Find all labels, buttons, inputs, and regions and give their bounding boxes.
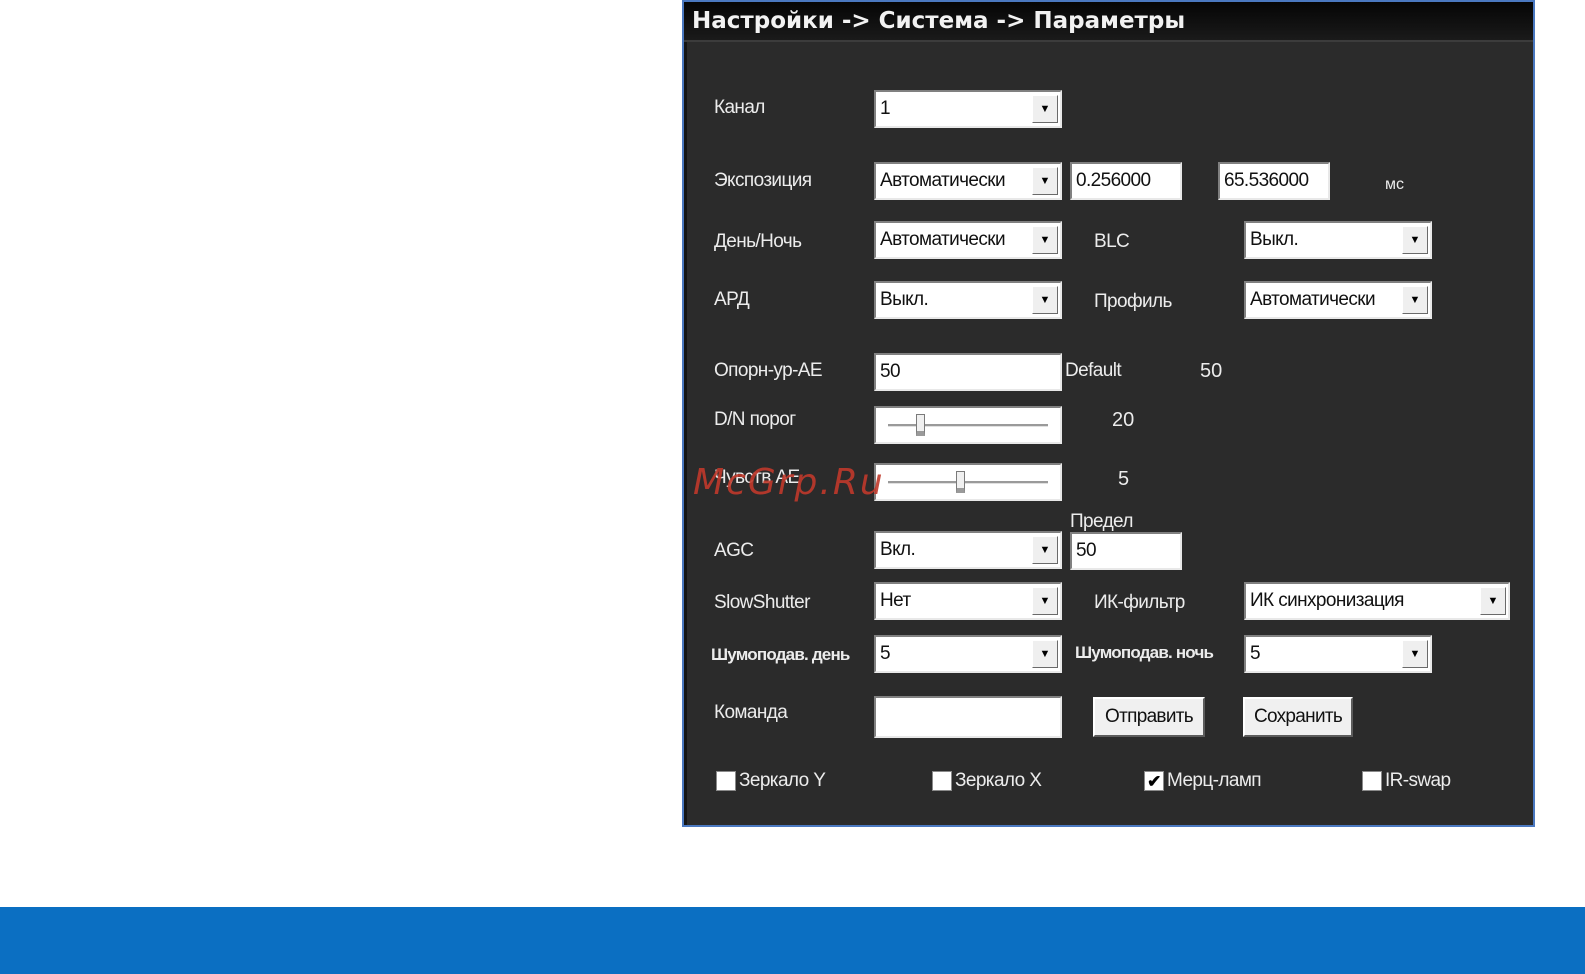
mirror-x-checkbox[interactable]: Зеркало X <box>932 770 1042 792</box>
ir-filter-label: ИК-фильтр <box>1094 592 1185 613</box>
agc-label: AGC <box>714 540 754 561</box>
chevron-down-icon[interactable]: ▼ <box>1032 95 1058 123</box>
ae-ref-value: 50 <box>880 361 901 382</box>
command-label: Команда <box>714 702 788 723</box>
chevron-down-icon[interactable]: ▼ <box>1032 640 1058 668</box>
checkbox-box[interactable] <box>1362 771 1382 791</box>
blc-select[interactable]: Выкл. ▼ <box>1244 221 1432 259</box>
channel-select[interactable]: 1 ▼ <box>874 90 1062 128</box>
ir-filter-value: ИК синхронизация <box>1250 590 1404 611</box>
chevron-down-icon[interactable]: ▼ <box>1402 640 1428 668</box>
agc-select[interactable]: Вкл. ▼ <box>874 531 1062 569</box>
exposure-label: Экспозиция <box>714 170 812 191</box>
mirror-y-checkbox[interactable]: Зеркало Y <box>716 770 826 792</box>
daynight-select[interactable]: Автоматически ▼ <box>874 221 1062 259</box>
ir-filter-select[interactable]: ИК синхронизация ▼ <box>1244 582 1510 620</box>
slider-track <box>888 481 1048 484</box>
command-input[interactable] <box>874 696 1062 738</box>
nr-night-value: 5 <box>1250 643 1261 664</box>
daynight-value: Автоматически <box>880 229 1006 250</box>
nr-night-select[interactable]: 5 ▼ <box>1244 635 1432 673</box>
checkbox-box[interactable] <box>716 771 736 791</box>
chevron-down-icon[interactable]: ▼ <box>1032 536 1058 564</box>
dn-threshold-slider[interactable] <box>874 406 1062 444</box>
ard-label: АРД <box>714 289 750 310</box>
ir-swap-label: IR-swap <box>1385 770 1451 791</box>
daynight-label: День/Ночь <box>714 231 802 252</box>
panel-edge <box>684 42 687 825</box>
nr-day-label: Шумоподав. день <box>711 645 850 664</box>
slider-thumb[interactable] <box>956 471 965 493</box>
blc-label: BLC <box>1094 231 1130 252</box>
checkmark-icon[interactable]: ✔ <box>1144 771 1164 791</box>
exposure-min-value: 0.256000 <box>1076 170 1151 191</box>
exposure-select[interactable]: Автоматически ▼ <box>874 162 1062 200</box>
exposure-max-value: 65.536000 <box>1224 170 1309 191</box>
channel-label: Канал <box>714 97 765 118</box>
ae-ref-default-value: 50 <box>1200 360 1223 382</box>
ard-value: Выкл. <box>880 289 929 310</box>
nr-day-select[interactable]: 5 ▼ <box>874 635 1062 673</box>
profile-label: Профиль <box>1094 291 1172 312</box>
agc-limit-label: Предел <box>1070 511 1133 532</box>
ae-ref-default-label: Default <box>1065 360 1122 381</box>
nr-day-value: 5 <box>880 643 891 664</box>
slowshutter-label: SlowShutter <box>714 592 810 613</box>
blc-value: Выкл. <box>1250 229 1299 250</box>
page-title: Настройки -> Система -> Параметры <box>684 2 1533 42</box>
agc-value: Вкл. <box>880 539 916 560</box>
chevron-down-icon[interactable]: ▼ <box>1032 167 1058 195</box>
flicker-label: Мерц-ламп <box>1167 770 1262 791</box>
exposure-min-input[interactable]: 0.256000 <box>1070 162 1182 200</box>
dn-threshold-value: 20 <box>1112 409 1135 431</box>
agc-limit-value: 50 <box>1076 540 1097 561</box>
channel-value: 1 <box>880 98 891 119</box>
chevron-down-icon[interactable]: ▼ <box>1402 226 1428 254</box>
agc-limit-input[interactable]: 50 <box>1070 532 1182 570</box>
flicker-checkbox[interactable]: ✔ Мерц-ламп <box>1144 770 1262 792</box>
footer-band <box>0 907 1585 974</box>
dn-threshold-label: D/N порог <box>714 409 796 430</box>
settings-panel: Настройки -> Система -> Параметры Канал … <box>682 0 1535 827</box>
ir-swap-checkbox[interactable]: IR-swap <box>1362 770 1451 792</box>
chevron-down-icon[interactable]: ▼ <box>1032 587 1058 615</box>
exposure-value: Автоматически <box>880 170 1006 191</box>
mirror-y-label: Зеркало Y <box>739 770 826 791</box>
profile-value: Автоматически <box>1250 289 1376 310</box>
watermark-text: McGrp.Ru <box>693 462 885 503</box>
chevron-down-icon[interactable]: ▼ <box>1032 226 1058 254</box>
profile-select[interactable]: Автоматически ▼ <box>1244 281 1432 319</box>
checkbox-box[interactable] <box>932 771 952 791</box>
ard-select[interactable]: Выкл. ▼ <box>874 281 1062 319</box>
ae-sens-value: 5 <box>1118 468 1130 490</box>
ae-ref-label: Опорн-ур-AE <box>714 360 823 381</box>
ae-ref-input[interactable]: 50 <box>874 353 1062 391</box>
slowshutter-value: Нет <box>880 590 911 611</box>
slowshutter-select[interactable]: Нет ▼ <box>874 582 1062 620</box>
save-button[interactable]: Сохранить <box>1243 697 1353 737</box>
chevron-down-icon[interactable]: ▼ <box>1032 286 1058 314</box>
ae-sens-slider[interactable] <box>874 463 1062 501</box>
slider-track <box>888 424 1048 427</box>
exposure-unit: мс <box>1385 176 1404 193</box>
slider-thumb[interactable] <box>916 414 925 436</box>
send-button[interactable]: Отправить <box>1093 697 1205 737</box>
chevron-down-icon[interactable]: ▼ <box>1402 286 1428 314</box>
nr-night-label: Шумоподав. ночь <box>1075 643 1214 662</box>
chevron-down-icon[interactable]: ▼ <box>1480 587 1506 615</box>
mirror-x-label: Зеркало X <box>955 770 1042 791</box>
exposure-max-input[interactable]: 65.536000 <box>1218 162 1330 200</box>
